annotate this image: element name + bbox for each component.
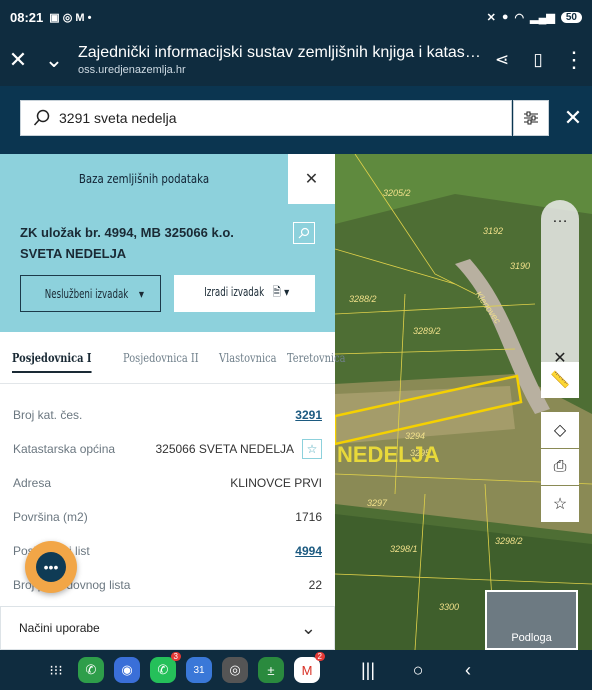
tab-posjedovnica-1[interactable]: Posjedovnica I [12, 351, 92, 373]
back-icon[interactable]: ‹ [448, 660, 488, 681]
whatsapp-app-icon[interactable]: ✆ 3 [150, 652, 181, 683]
status-bar: 08:21 ▣ ◎ M • ✕ ● ◠ ▂▄▆ 50 [0, 0, 592, 34]
close-search-icon[interactable]: ✕ [557, 100, 589, 136]
tab-vlastovnica[interactable]: Vlastovnica [219, 351, 276, 365]
row-value: 1716 [295, 510, 322, 524]
battery-indicator: 50 [560, 11, 582, 23]
chevron-down-icon: ⌄ [300, 617, 316, 638]
calendar-app-icon[interactable]: 31 [186, 657, 212, 683]
gmail-app-icon[interactable]: M2 [294, 652, 325, 683]
zk-search-icon[interactable] [293, 222, 315, 244]
basemap-switcher[interactable]: Podloga [485, 590, 578, 650]
usage-modes-accordion[interactable]: Načini uporabe ⌄ [0, 606, 335, 650]
map-label: 3192 [483, 226, 503, 236]
list-item: Katastarska općina 325066 SVETA NEDELJA … [0, 432, 335, 466]
map-label: 3288/2 [349, 294, 377, 304]
list-item: Adresa KLINOVCE PRVI [0, 466, 335, 500]
bookmark-icon[interactable]: ▯ [520, 42, 556, 78]
calendar-date: 31 [193, 664, 205, 676]
row-value: KLINOVCE PRVI [230, 476, 322, 490]
search-value: 3291 sveta nedelja [59, 110, 177, 126]
possession-list-link[interactable]: 4994 [295, 544, 322, 558]
usage-modes-label: Načini uporabe [19, 621, 100, 635]
chevron-down-icon[interactable]: ⌄ [36, 42, 72, 78]
tab-bar: Posjedovnica I Posjedovnica II Vlastovni… [0, 332, 346, 384]
measure-icon[interactable]: 📏 [541, 362, 579, 398]
camera-app-icon[interactable]: ◎ [222, 657, 248, 683]
row-label: Površina (m2) [13, 510, 88, 524]
share-icon[interactable]: ⋖ [484, 42, 520, 78]
tab-posjedovnica-2[interactable]: Posjedovnica II [123, 351, 199, 365]
notification-badge: 3 [170, 652, 181, 661]
row-value: 325066 SVETA NEDELJA [155, 442, 294, 456]
row-label: Katastarska općina [13, 442, 116, 456]
page-title: Zajednički informacijski sustav zemljišn… [78, 44, 484, 61]
search-icon [33, 109, 50, 126]
notification-icons: ▣ ◎ M • [49, 11, 92, 24]
unofficial-extract-label: Neslužbeni izvadak [44, 286, 129, 301]
app-drawer-icon[interactable]: ⁝⁝⁝ [44, 662, 68, 679]
layers-icon[interactable]: ◇ [541, 412, 579, 448]
map-label: 3298/2 [495, 536, 523, 546]
map-label: 3297 [367, 498, 388, 508]
map-label: 3205/2 [383, 188, 411, 198]
map-label: 3289/2 [413, 326, 441, 336]
map-label: 3294 [405, 431, 425, 441]
close-tab-icon[interactable]: ✕ [0, 42, 36, 78]
search-input[interactable]: 3291 sveta nedelja [20, 100, 512, 136]
print-icon[interactable]: ⎙ [541, 449, 579, 485]
basemap-label: Podloga [511, 632, 552, 644]
parcel-number-link[interactable]: 3291 [295, 408, 322, 422]
browser-toolbar: ✕ ⌄ Zajednički informacijski sustav zeml… [0, 34, 592, 86]
system-nav-bar: ⁝⁝⁝ ✆ ◉ ✆ 3 31 ◎ ± M2 ||| ○ ‹ [0, 650, 592, 690]
search-bar-area: 3291 sveta nedelja ✕ [0, 86, 592, 154]
panel-title: Baza zemljišnih podataka [78, 172, 210, 186]
recents-icon[interactable]: ||| [348, 660, 388, 681]
row-label: Broj kat. čes. [13, 408, 83, 422]
status-time: 08:21 [10, 9, 44, 25]
notification-badge: 2 [314, 652, 325, 661]
map-label: 3190 [510, 261, 530, 271]
row-value: 22 [308, 578, 322, 592]
home-icon[interactable]: ○ [398, 660, 438, 681]
favorite-star-icon[interactable]: ☆ [541, 486, 579, 522]
row-label: Adresa [13, 476, 52, 490]
close-panel-icon[interactable]: ✕ [288, 154, 335, 204]
page-url: oss.uredjenazemlja.hr [78, 64, 186, 76]
map-label: 3300 [439, 602, 459, 612]
sliders-icon [524, 111, 538, 125]
unofficial-extract-button[interactable]: Neslužbeni izvadak ▾ [20, 275, 161, 312]
calculator-app-icon[interactable]: ± [258, 657, 284, 683]
zk-title: ZK uložak br. 4994, MB 325066 k.o. SVETA… [20, 225, 234, 261]
signal-icon: ▂▄▆ [530, 11, 555, 24]
chat-bubble-icon: ••• [36, 552, 66, 582]
list-item: Broj kat. čes. 3291 [0, 398, 335, 432]
chat-button[interactable]: ••• [25, 541, 77, 593]
wifi-icon: ◠ [514, 11, 525, 24]
filter-button[interactable] [513, 100, 549, 136]
map-label: 3298/1 [390, 544, 418, 554]
mute-icon: ✕ [486, 11, 496, 24]
messages-app-icon[interactable]: ◉ [114, 657, 140, 683]
phone-app-icon[interactable]: ✆ [78, 657, 104, 683]
favorite-star-icon[interactable]: ☆ [302, 439, 322, 459]
tab-teretovnica[interactable]: Teretovnica [287, 351, 345, 365]
list-item: Površina (m2) 1716 [0, 500, 335, 534]
page-title-area[interactable]: Zajednički informacijski sustav zemljišn… [72, 44, 484, 76]
map-place-label: NEDELJA [337, 442, 440, 467]
create-extract-button[interactable]: Izradi izvadak 🗎 ▾ [174, 275, 315, 312]
more-menu-icon[interactable]: ⋮ [556, 42, 592, 78]
panel-header: Baza zemljišnih podataka ✕ ZK uložak br.… [0, 154, 335, 332]
location-icon: ● [501, 11, 509, 23]
create-extract-label: Izradi izvadak [204, 285, 265, 299]
more-tools-icon[interactable]: … [541, 200, 579, 236]
